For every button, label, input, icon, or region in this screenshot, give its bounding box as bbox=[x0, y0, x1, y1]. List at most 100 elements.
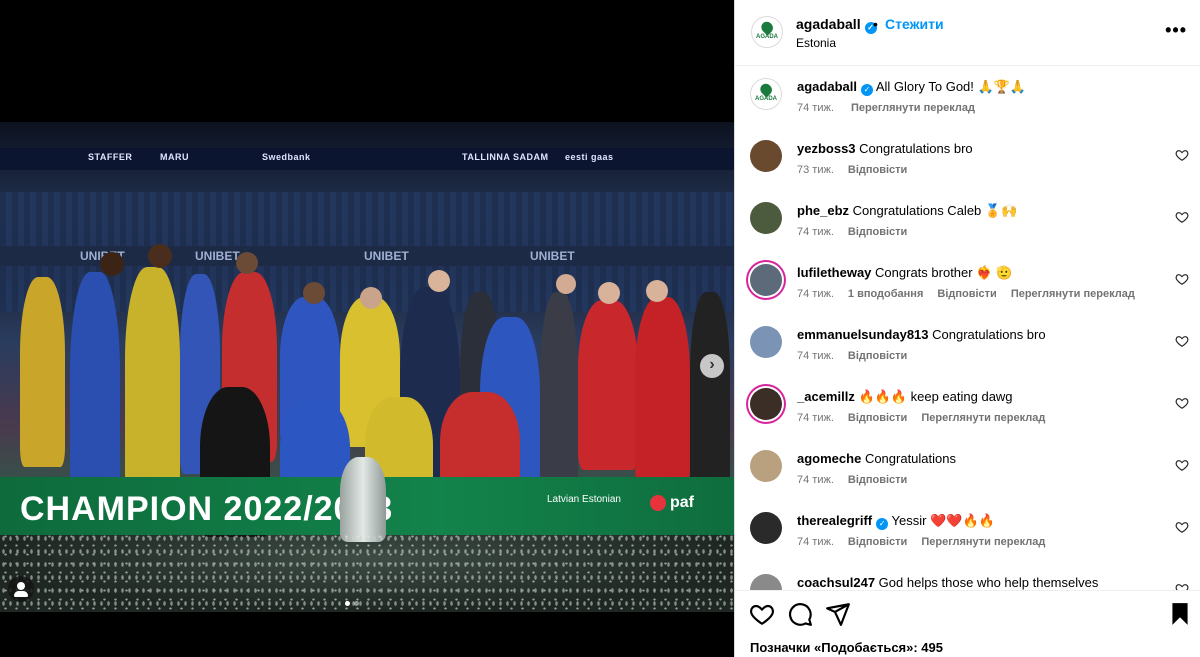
board-text: UNIBET bbox=[364, 249, 409, 263]
share-icon[interactable] bbox=[825, 601, 851, 627]
comment-item: lufiletheway Congrats brother ❤️‍🔥 🫡 74 т… bbox=[735, 264, 1200, 326]
comment-text: agomeche Congratulations bbox=[797, 450, 1167, 468]
sponsor-text: eesti gaas bbox=[565, 152, 614, 162]
commenter-username[interactable]: agomeche bbox=[797, 451, 861, 466]
commenter-username[interactable]: phe_ebz bbox=[797, 203, 849, 218]
paf-logo: paf bbox=[650, 494, 694, 512]
sponsor-text: Swedbank bbox=[262, 152, 311, 162]
comment-icon[interactable] bbox=[787, 601, 813, 627]
translate-link[interactable]: Переглянути переклад bbox=[1011, 288, 1135, 300]
comment-item: emmanuelsunday813 Congratulations bro 74 … bbox=[735, 326, 1200, 388]
comment-time[interactable]: 74 тиж. bbox=[797, 350, 834, 362]
post-photo[interactable]: STAFFER MARU Swedbank TALLINNA SADAM ees… bbox=[0, 122, 734, 612]
reply-link[interactable]: Відповісти bbox=[848, 226, 907, 238]
comment-text: therealegriff ✓ Yessir ❤️❤️🔥🔥 bbox=[797, 512, 1167, 530]
next-image-button[interactable]: › bbox=[700, 354, 724, 378]
comment-text: _acemillz 🔥🔥🔥 keep eating dawg bbox=[797, 388, 1167, 406]
author-username[interactable]: agadaball ✓ bbox=[796, 16, 877, 34]
trophy bbox=[340, 457, 386, 542]
reply-link[interactable]: Відповісти bbox=[848, 412, 907, 424]
comments-list[interactable]: AGADA agadaball ✓ All Glory To God! 🙏🏆🙏 7… bbox=[735, 66, 1200, 590]
translate-link[interactable]: Переглянути переклад bbox=[921, 412, 1045, 424]
comment-body: Congratulations bro bbox=[859, 141, 973, 156]
comment-like-icon[interactable] bbox=[1175, 210, 1189, 224]
board-text: UNIBET bbox=[530, 249, 575, 263]
comment-item: phe_ebz Congratulations Caleb 🏅🙌 74 тиж. В… bbox=[735, 202, 1200, 264]
head bbox=[428, 270, 450, 292]
comment-body: Yessir ❤️❤️🔥🔥 bbox=[891, 513, 995, 528]
sponsor-text: MARU bbox=[160, 152, 189, 162]
commenter-username[interactable]: lufiletheway bbox=[797, 265, 871, 280]
team-member bbox=[690, 292, 730, 492]
comment-like-icon[interactable] bbox=[1175, 334, 1189, 348]
comment-time[interactable]: 74 тиж. bbox=[797, 288, 834, 300]
comment-meta: 73 тиж. Відповісти bbox=[797, 164, 921, 176]
commenter-username[interactable]: coachsul247 bbox=[797, 575, 875, 590]
save-bookmark-icon[interactable] bbox=[1167, 601, 1193, 627]
commenter-avatar[interactable] bbox=[750, 140, 782, 172]
comment-like-icon[interactable] bbox=[1175, 582, 1189, 590]
reply-link[interactable]: Відповісти bbox=[848, 164, 907, 176]
team-member bbox=[635, 297, 690, 487]
confetti bbox=[0, 532, 734, 612]
commenter-avatar[interactable] bbox=[750, 264, 782, 296]
comment-time[interactable]: 74 тиж. bbox=[797, 536, 834, 548]
more-options-icon[interactable]: ••• bbox=[1165, 20, 1187, 41]
reply-link[interactable]: Відповісти bbox=[848, 350, 907, 362]
reply-link[interactable]: Відповісти bbox=[848, 536, 907, 548]
comment-like-icon[interactable] bbox=[1175, 520, 1189, 534]
commenter-avatar[interactable] bbox=[750, 574, 782, 590]
commenter-username[interactable]: therealegriff bbox=[797, 513, 872, 528]
comment-time[interactable]: 74 тиж. bbox=[797, 226, 834, 238]
tagged-users-button[interactable] bbox=[8, 576, 34, 602]
author-avatar[interactable]: AGADA bbox=[750, 78, 782, 110]
post-side-panel: AGADA agadaball ✓ • Стежити Estonia ••• A… bbox=[734, 0, 1200, 657]
comment-text: yezboss3 Congratulations bro bbox=[797, 140, 1167, 158]
commenter-avatar[interactable] bbox=[750, 202, 782, 234]
comment-time[interactable]: 74 тиж. bbox=[797, 412, 834, 424]
commenter-avatar[interactable] bbox=[750, 388, 782, 420]
comment-like-icon[interactable] bbox=[1175, 396, 1189, 410]
comment-body: Congrats brother ❤️‍🔥 🫡 bbox=[875, 265, 1013, 280]
caption-time[interactable]: 74 тиж. bbox=[797, 102, 834, 114]
likes-count[interactable]: Позначки «Подобається»: 495 bbox=[750, 640, 943, 655]
comment-time[interactable]: 73 тиж. bbox=[797, 164, 834, 176]
verified-icon: ✓ bbox=[860, 84, 873, 96]
comment-meta: 74 тиж. Відповісти bbox=[797, 350, 921, 362]
translate-link[interactable]: Переглянути переклад bbox=[921, 536, 1045, 548]
follow-button[interactable]: Стежити bbox=[885, 16, 944, 32]
post-header: AGADA agadaball ✓ • Стежити Estonia ••• bbox=[735, 0, 1200, 66]
comment-body: Congratulations bro bbox=[932, 327, 1046, 342]
caption-meta: 74 тиж. Переглянути переклад bbox=[797, 102, 989, 114]
team-member bbox=[578, 300, 638, 470]
commenter-avatar[interactable] bbox=[750, 326, 782, 358]
commenter-username[interactable]: _acemillz bbox=[797, 389, 855, 404]
comment-item: agomeche Congratulations 74 тиж. Відповіст… bbox=[735, 450, 1200, 512]
comment-item: therealegriff ✓ Yessir ❤️❤️🔥🔥 74 тиж. Відпо… bbox=[735, 512, 1200, 574]
translate-link[interactable]: Переглянути переклад bbox=[851, 102, 975, 114]
like-heart-icon[interactable] bbox=[749, 601, 775, 627]
commenter-username[interactable]: yezboss3 bbox=[797, 141, 856, 156]
reply-link[interactable]: Відповісти bbox=[848, 474, 907, 486]
comment-meta: 74 тиж. Відповісти Переглянути переклад bbox=[797, 536, 1059, 548]
commenter-username[interactable]: emmanuelsunday813 bbox=[797, 327, 929, 342]
team-member bbox=[125, 267, 180, 497]
team-member bbox=[20, 277, 65, 467]
caption-username[interactable]: agadaball bbox=[797, 79, 857, 94]
comment-body: God helps those who help themselves bbox=[878, 575, 1099, 590]
comment-like-icon[interactable] bbox=[1175, 458, 1189, 472]
commenter-avatar[interactable] bbox=[750, 450, 782, 482]
post-location[interactable]: Estonia bbox=[796, 36, 836, 50]
comment-item: coachsul247 God helps those who help the… bbox=[735, 574, 1200, 590]
comment-like-icon[interactable] bbox=[1175, 272, 1189, 286]
author-avatar[interactable]: AGADA bbox=[751, 16, 783, 48]
reply-link[interactable]: Відповісти bbox=[937, 288, 996, 300]
caption-text: agadaball ✓ All Glory To God! 🙏🏆🙏 bbox=[797, 79, 1027, 96]
comment-time[interactable]: 74 тиж. bbox=[797, 474, 834, 486]
comment-like-icon[interactable] bbox=[1175, 148, 1189, 162]
head bbox=[303, 282, 325, 304]
separator-dot: • bbox=[873, 16, 878, 32]
comment-likes[interactable]: 1 вподобання bbox=[848, 288, 923, 300]
commenter-avatar[interactable] bbox=[750, 512, 782, 544]
head bbox=[598, 282, 620, 304]
